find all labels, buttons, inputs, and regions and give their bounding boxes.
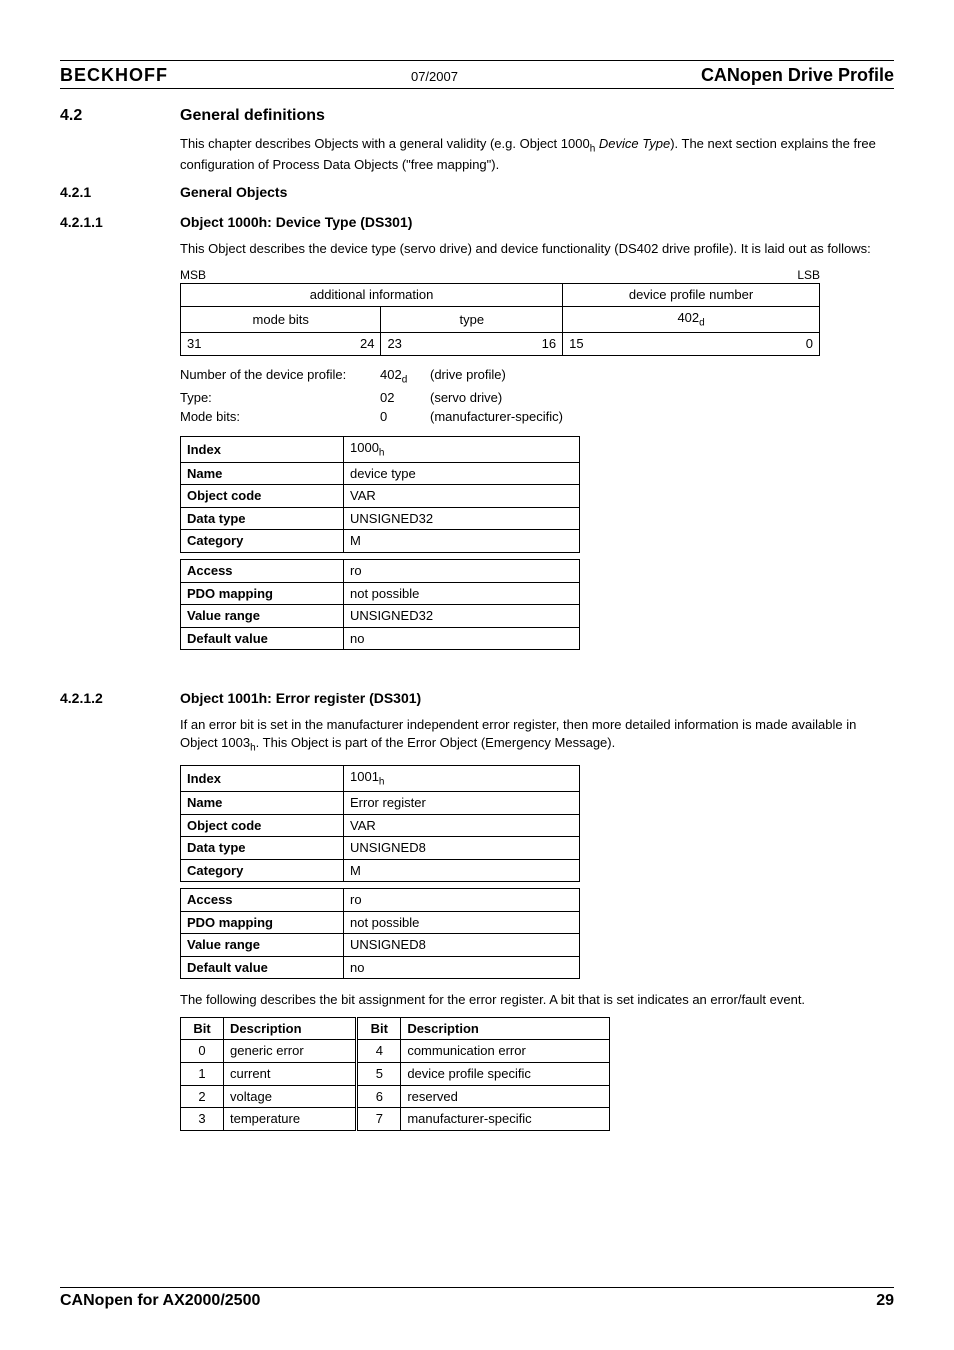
kv-val1: 402d bbox=[380, 366, 430, 387]
section-title: General definitions bbox=[180, 107, 325, 125]
kv-row: Type: 02 (servo drive) bbox=[180, 389, 894, 407]
table-row: Index1001h bbox=[181, 765, 580, 791]
subsubsection-number: 4.2.1.1 bbox=[60, 214, 180, 230]
bit-layout-table: additional information device profile nu… bbox=[180, 283, 820, 355]
footer-left: CANopen for AX2000/2500 bbox=[60, 1292, 260, 1310]
bit-range-31-24: 3124 bbox=[181, 333, 381, 356]
object-properties-table-1: Index1001h NameError register Object cod… bbox=[180, 765, 580, 882]
subsubsection-title: Object 1001h: Error register (DS301) bbox=[180, 690, 421, 706]
kv-val2: (servo drive) bbox=[430, 389, 502, 407]
page-footer: CANopen for AX2000/2500 29 bbox=[60, 1287, 894, 1310]
table-row: 3temperature7manufacturer-specific bbox=[181, 1108, 610, 1131]
table-row: CategoryM bbox=[181, 859, 580, 882]
table-row: Object codeVAR bbox=[181, 814, 580, 837]
subsection-title: General Objects bbox=[180, 184, 287, 200]
col-bit: Bit bbox=[357, 1017, 401, 1040]
kv-key: Type: bbox=[180, 389, 380, 407]
subsection-number: 4.2.1 bbox=[60, 184, 180, 200]
kv-val1: 0 bbox=[380, 408, 430, 426]
subsubsection-title: Object 1000h: Device Type (DS301) bbox=[180, 214, 412, 230]
page-number: 29 bbox=[876, 1292, 894, 1310]
cell-mode-bits: mode bits bbox=[181, 306, 381, 332]
table-row: Index1000h bbox=[181, 436, 580, 462]
italic-text: Device Type bbox=[599, 136, 670, 151]
kv-val2: (manufacturer-specific) bbox=[430, 408, 563, 426]
paragraph: If an error bit is set in the manufactur… bbox=[180, 716, 894, 755]
col-bit: Bit bbox=[181, 1017, 224, 1040]
kv-key: Mode bits: bbox=[180, 408, 380, 426]
table-row: Value rangeUNSIGNED8 bbox=[181, 934, 580, 957]
cell-additional-info: additional information bbox=[181, 284, 563, 307]
bit-description-paragraph: The following describes the bit assignme… bbox=[180, 991, 894, 1009]
intro-paragraph: This chapter describes Objects with a ge… bbox=[180, 135, 894, 174]
table-row: Default valueno bbox=[181, 956, 580, 979]
object-properties-table-2: Accessro PDO mappingnot possible Value r… bbox=[180, 559, 580, 650]
cell-402d: 402d bbox=[563, 306, 820, 332]
table-row: Default valueno bbox=[181, 627, 580, 650]
bit-assignment-table: Bit Description Bit Description 0generic… bbox=[180, 1017, 610, 1131]
table-row: 2voltage6reserved bbox=[181, 1085, 610, 1108]
table-row: Object codeVAR bbox=[181, 485, 580, 508]
table-row: CategoryM bbox=[181, 530, 580, 553]
table-row: Namedevice type bbox=[181, 462, 580, 485]
section-number: 4.2 bbox=[60, 107, 180, 125]
page-header: BECKHOFF 07/2007 CANopen Drive Profile bbox=[60, 65, 894, 86]
table-row: Data typeUNSIGNED8 bbox=[181, 837, 580, 860]
bit-range-23-16: 2316 bbox=[381, 333, 563, 356]
cell-device-profile-number: device profile number bbox=[563, 284, 820, 307]
table-row: Accessro bbox=[181, 560, 580, 583]
table-row: 1current5device profile specific bbox=[181, 1062, 610, 1085]
kv-val2: (drive profile) bbox=[430, 366, 506, 387]
table-row: NameError register bbox=[181, 791, 580, 814]
subscript-h: h bbox=[590, 144, 596, 155]
subsubsection-number: 4.2.1.2 bbox=[60, 690, 180, 706]
object-properties-table-1: Index1000h Namedevice type Object codeVA… bbox=[180, 436, 580, 553]
col-description: Description bbox=[401, 1017, 610, 1040]
table-row: Accessro bbox=[181, 889, 580, 912]
doc-date: 07/2007 bbox=[411, 69, 458, 84]
object-properties-table-2: Accessro PDO mappingnot possible Value r… bbox=[180, 888, 580, 979]
table-row: Data typeUNSIGNED32 bbox=[181, 507, 580, 530]
brand: BECKHOFF bbox=[60, 65, 168, 86]
kv-row: Number of the device profile: 402d (driv… bbox=[180, 366, 894, 387]
lsb-label: LSB bbox=[797, 267, 820, 283]
msb-label: MSB bbox=[180, 267, 206, 283]
bit-range-15-0: 150 bbox=[563, 333, 820, 356]
cell-type: type bbox=[381, 306, 563, 332]
kv-key: Number of the device profile: bbox=[180, 366, 380, 387]
table-row: 0generic error4communication error bbox=[181, 1040, 610, 1063]
doc-title: CANopen Drive Profile bbox=[701, 65, 894, 86]
text: . This Object is part of the Error Objec… bbox=[256, 735, 616, 750]
text: This chapter describes Objects with a ge… bbox=[180, 136, 590, 151]
paragraph: This Object describes the device type (s… bbox=[180, 240, 894, 258]
table-row: PDO mappingnot possible bbox=[181, 911, 580, 934]
table-row: Value rangeUNSIGNED32 bbox=[181, 605, 580, 628]
col-description: Description bbox=[224, 1017, 357, 1040]
table-header-row: Bit Description Bit Description bbox=[181, 1017, 610, 1040]
kv-row: Mode bits: 0 (manufacturer-specific) bbox=[180, 408, 894, 426]
kv-val1: 02 bbox=[380, 389, 430, 407]
table-row: PDO mappingnot possible bbox=[181, 582, 580, 605]
